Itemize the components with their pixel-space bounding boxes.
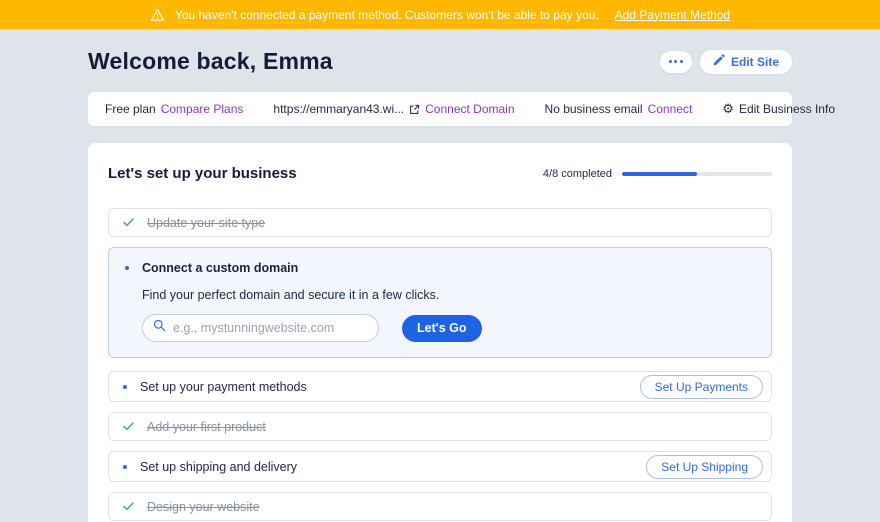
check-icon [123, 422, 134, 431]
task-label: Set up shipping and delivery [140, 459, 298, 474]
page-header: Welcome back, Emma Edit Site [88, 48, 792, 75]
task-label: Design your website [147, 499, 260, 514]
task-row-first-product[interactable]: Add your first product [108, 412, 772, 441]
search-icon [153, 319, 166, 337]
email-status-text: No business email [544, 102, 643, 116]
task-label: Update your site type [147, 215, 266, 230]
task-label: Connect a custom domain [142, 261, 299, 275]
task-label: Add your first product [147, 419, 266, 434]
task-row-shipping-delivery[interactable]: Set up shipping and delivery Set Up Ship… [108, 451, 772, 482]
task-row-update-site-type[interactable]: Update your site type [108, 208, 772, 237]
progress-bar [622, 171, 772, 176]
warning-triangle-icon [150, 8, 165, 22]
edit-site-label: Edit Site [730, 54, 779, 69]
dashboard-page: Welcome back, Emma Edit Site Free plan C… [0, 48, 880, 522]
todo-bullet-icon [125, 266, 129, 270]
todo-bullet-icon [123, 464, 127, 469]
payment-warning-banner: You haven't connected a payment method. … [0, 0, 880, 29]
set-up-shipping-button[interactable]: Set Up Shipping [646, 454, 763, 479]
site-toolbar: Free plan Compare Plans https://emmaryan… [88, 92, 835, 126]
site-url-text: https://emmaryan43.wi... [273, 102, 405, 116]
progress-label: 4/8 completed [542, 167, 612, 180]
task-header[interactable]: Connect a custom domain [125, 261, 755, 275]
setup-header: Let's set up your business 4/8 completed [108, 165, 772, 182]
plan-text: Free plan [105, 102, 156, 116]
pencil-icon [713, 54, 725, 69]
edit-site-button[interactable]: Edit Site [699, 49, 792, 74]
business-email-group: No business email Connect [545, 102, 693, 116]
todo-bullet-icon [123, 384, 127, 389]
header-actions: Edit Site [659, 49, 792, 74]
task-row-payment-methods[interactable]: Set up your payment methods Set Up Payme… [108, 371, 772, 402]
compare-plans-link[interactable]: Compare Plans [161, 102, 244, 116]
domain-search-input[interactable] [173, 321, 368, 335]
task-row-design-website[interactable]: Design your website [108, 492, 772, 521]
setup-title: Let's set up your business [108, 165, 297, 182]
task-label: Set up your payment methods [140, 379, 307, 394]
page-title: Welcome back, Emma [88, 48, 333, 74]
progress-fill [622, 171, 697, 176]
external-link-icon[interactable] [409, 104, 420, 115]
domain-search-box [142, 314, 379, 342]
add-payment-method-link[interactable]: Add Payment Method [615, 8, 730, 22]
connect-domain-link[interactable]: Connect Domain [425, 102, 514, 116]
progress-indicator: 4/8 completed [543, 168, 772, 180]
banner-warning-text: You haven't connected a payment method. … [174, 7, 599, 22]
check-icon [123, 502, 134, 511]
edit-business-info[interactable]: ⚙ Edit Business Info [722, 102, 835, 116]
task-description: Find your perfect domain and secure it i… [142, 288, 440, 302]
gear-icon: ⚙ [722, 101, 734, 117]
ellipsis-icon [668, 60, 672, 63]
set-up-payments-button[interactable]: Set Up Payments [639, 374, 763, 399]
site-url-group: https://emmaryan43.wi... Connect Domain [273, 102, 514, 116]
edit-business-info-label: Edit Business Info [738, 102, 835, 116]
lets-go-button[interactable]: Let's Go [402, 314, 482, 342]
check-icon [123, 218, 134, 227]
connect-email-link[interactable]: Connect [648, 102, 693, 116]
more-actions-button[interactable] [659, 50, 692, 73]
task-connect-domain-expanded: Connect a custom domain Find your perfec… [108, 247, 772, 358]
plan-status: Free plan Compare Plans [105, 102, 243, 116]
domain-search-row: Let's Go [142, 314, 755, 342]
setup-checklist-card: Let's set up your business 4/8 completed… [88, 143, 792, 522]
